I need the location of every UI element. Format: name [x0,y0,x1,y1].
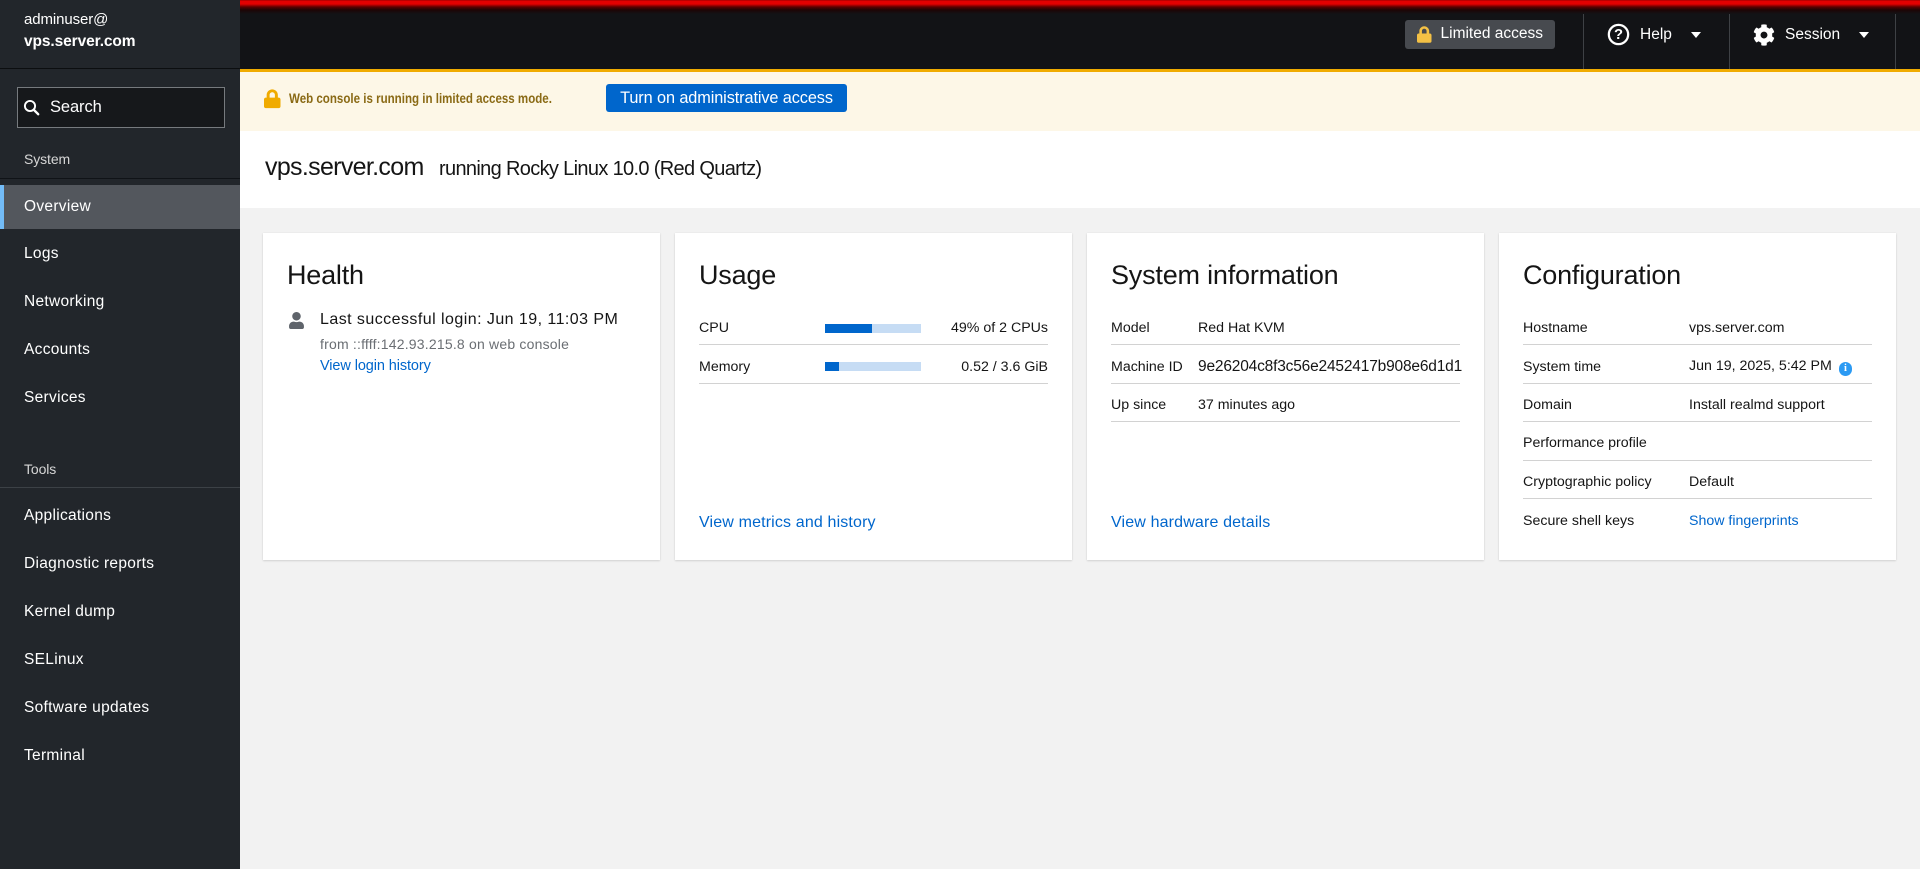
svg-text:?: ? [1614,27,1623,43]
